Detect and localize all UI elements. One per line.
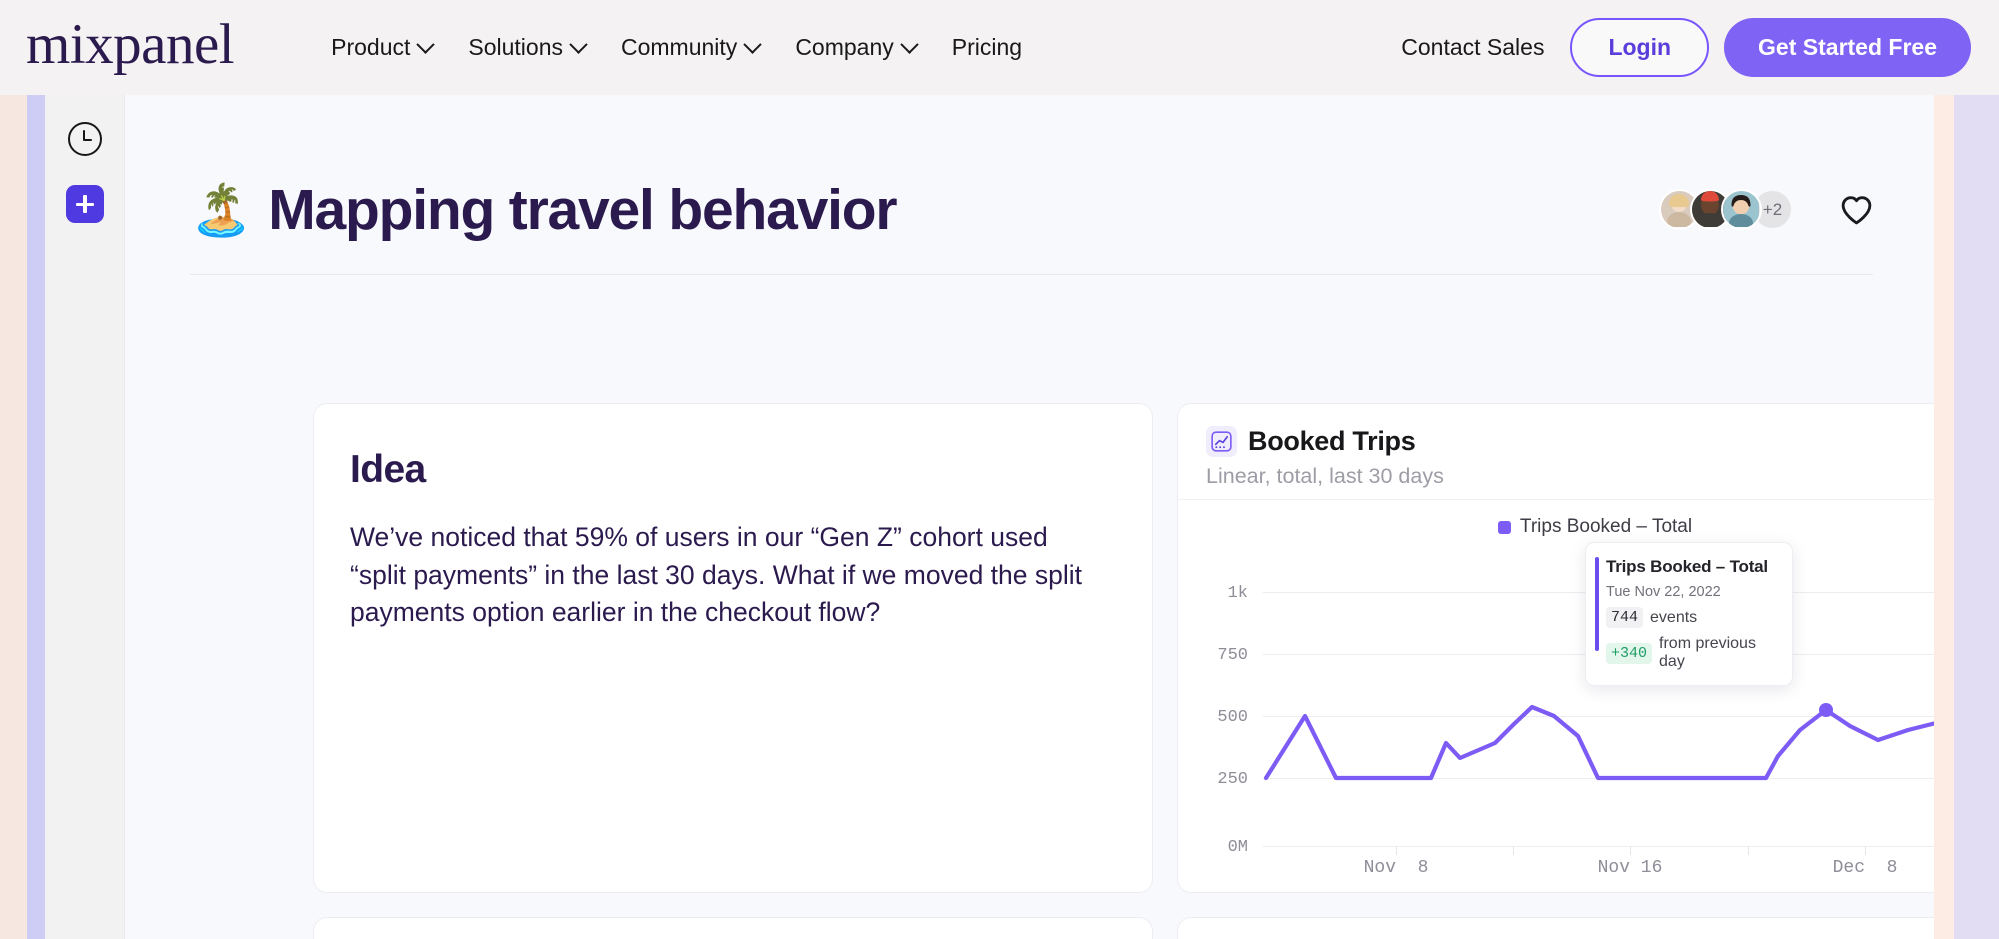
chart-legend[interactable]: Trips Booked – Total xyxy=(1178,516,1934,538)
x-axis-tick-label: Nov 8 xyxy=(1363,858,1429,878)
page-title: Mapping travel behavior xyxy=(268,177,897,242)
nav-label: Solutions xyxy=(468,34,563,60)
x-axis-tick xyxy=(1630,846,1631,855)
chevron-down-icon xyxy=(416,35,436,54)
nav-actions: Contact Sales Login Get Started Free xyxy=(1401,18,1971,77)
chart-tooltip: Trips Booked – Total Tue Nov 22, 2022 74… xyxy=(1585,542,1793,686)
decor-stripe-left-lavender xyxy=(27,95,45,939)
island-emoji-icon: 🏝️ xyxy=(190,181,253,238)
app-window: 🏝️ Mapping travel behavior +2 Idea We’ve… xyxy=(45,95,1934,939)
top-navigation-bar: mixpanel Product Solutions Community Com… xyxy=(0,0,1999,95)
secondary-idea-card[interactable] xyxy=(313,917,1153,939)
chevron-down-icon xyxy=(569,35,588,54)
tooltip-value: 744 xyxy=(1606,607,1644,628)
chart-line-series xyxy=(1263,703,1934,781)
nav-item-product[interactable]: Product xyxy=(331,34,436,61)
page-header: 🏝️ Mapping travel behavior +2 xyxy=(190,145,1873,275)
chevron-down-icon xyxy=(900,35,919,54)
x-axis-tick xyxy=(1513,846,1514,855)
decor-stripe-right-peach xyxy=(1934,95,1954,939)
tooltip-title: Trips Booked – Total xyxy=(1606,557,1768,576)
login-button[interactable]: Login xyxy=(1570,18,1710,77)
heart-icon[interactable] xyxy=(1840,195,1873,225)
x-axis-tick xyxy=(1865,846,1866,855)
nav-item-company[interactable]: Company xyxy=(795,34,919,61)
page-title-group: 🏝️ Mapping travel behavior xyxy=(190,177,898,243)
contact-sales-link[interactable]: Contact Sales xyxy=(1401,34,1544,61)
nav-label: Company xyxy=(795,34,894,60)
collaborator-avatars: +2 xyxy=(1659,189,1793,230)
mixpanel-logo[interactable]: mixpanel xyxy=(26,16,235,73)
idea-card-heading: Idea xyxy=(350,448,426,491)
tooltip-delta: +340 xyxy=(1606,642,1653,664)
app-sidebar xyxy=(45,95,125,939)
get-started-free-button[interactable]: Get Started Free xyxy=(1724,18,1971,77)
tooltip-value-unit: events xyxy=(1650,608,1698,626)
avatar[interactable] xyxy=(1721,189,1762,230)
tooltip-accent-bar xyxy=(1595,557,1599,651)
nav-item-community[interactable]: Community xyxy=(621,34,763,61)
primary-nav-links: Product Solutions Community Company Pric… xyxy=(331,34,1022,61)
plus-icon[interactable] xyxy=(66,185,104,223)
decor-stripe-right-lavender xyxy=(1954,95,1999,939)
chart-title-row: Booked Trips xyxy=(1206,426,1416,457)
nav-item-pricing[interactable]: Pricing xyxy=(952,34,1022,61)
tooltip-delta-row: +340 from previous day xyxy=(1606,635,1778,671)
nav-label: Community xyxy=(621,34,738,60)
x-axis-tick xyxy=(1396,846,1397,855)
idea-card-body: We’ve noticed that 59% of users in our “… xyxy=(350,522,1083,628)
chart-title: Booked Trips xyxy=(1248,426,1416,456)
x-axis-tick-label: Dec 8 xyxy=(1832,858,1898,878)
idea-card[interactable]: Idea We’ve noticed that 59% of users in … xyxy=(313,403,1153,893)
chart-card-header: Booked Trips Linear, total, last 30 days xyxy=(1178,404,1934,500)
clock-icon[interactable] xyxy=(68,122,102,156)
x-axis-tick-label: Nov 16 xyxy=(1597,858,1663,878)
tooltip-delta-unit: from previous day xyxy=(1659,635,1756,670)
nav-label: Product xyxy=(331,34,411,60)
app-content: 🏝️ Mapping travel behavior +2 Idea We’ve… xyxy=(125,95,1934,939)
chart-subtitle: Linear, total, last 30 days xyxy=(1206,464,1444,488)
chart-highlight-point xyxy=(1819,703,1833,717)
avatar-image xyxy=(1723,191,1759,228)
chevron-down-icon xyxy=(743,35,763,54)
page-header-actions: +2 xyxy=(1659,189,1873,230)
x-axis-tick xyxy=(1748,846,1749,855)
decor-stripe-left-peach xyxy=(0,95,27,939)
booked-trips-chart-card[interactable]: Booked Trips Linear, total, last 30 days… xyxy=(1177,403,1934,893)
nav-label: Pricing xyxy=(951,34,1023,60)
chart-plot-area: 1k 750 500 250 0M Nov 8 Nov 16 Dec 8 xyxy=(1178,544,1934,894)
line-chart-icon xyxy=(1206,426,1237,457)
tooltip-date: Tue Nov 22, 2022 xyxy=(1606,584,1721,600)
legend-swatch xyxy=(1497,520,1511,534)
tooltip-value-row: 744 events xyxy=(1606,607,1778,628)
nav-item-solutions[interactable]: Solutions xyxy=(468,34,588,61)
legend-label: Trips Booked – Total xyxy=(1519,516,1693,537)
validation-card[interactable]: Validation xyxy=(1177,917,1934,939)
